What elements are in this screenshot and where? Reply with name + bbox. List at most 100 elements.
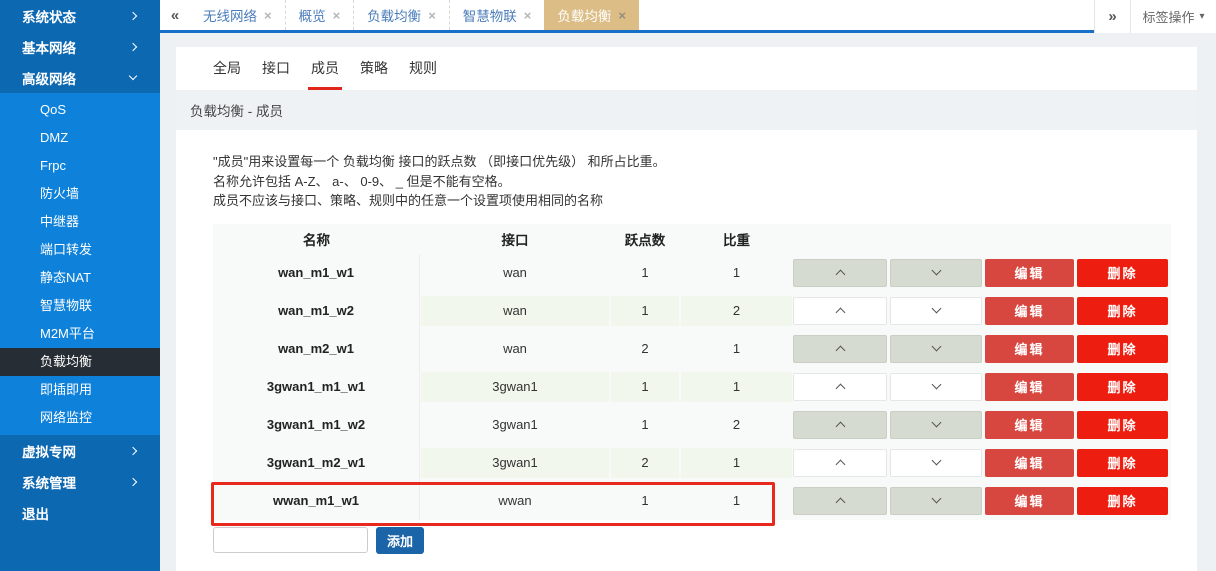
top-tabbar: « 无线网络 × 概览 × 负载均衡 ×	[160, 0, 1216, 33]
open-tab-label: 负载均衡	[367, 5, 421, 25]
member-metric-cell: 1	[610, 254, 680, 292]
table-body: wan_m1_w1 wan 1 1 编辑 删除 wan_m1_w2 w	[213, 254, 1171, 520]
move-up-button[interactable]	[793, 335, 887, 363]
sidebar-subitem[interactable]: QoS	[0, 96, 160, 124]
move-down-button[interactable]	[890, 449, 982, 477]
member-weight-cell: 2	[680, 292, 793, 330]
description-line: 名称允许包括 A-Z、 a-、 0-9、 _ 但是不能有空格。	[213, 172, 1197, 192]
sidebar-subitem[interactable]: 静态NAT	[0, 264, 160, 292]
edit-button[interactable]: 编辑	[985, 297, 1074, 325]
sidebar-subitem[interactable]: M2M平台	[0, 320, 160, 348]
open-tab-label: 无线网络	[203, 5, 257, 25]
chevron-icon	[129, 72, 137, 80]
scroll-tabs-right-button[interactable]: »	[1094, 0, 1130, 33]
sidebar-subitem[interactable]: Frpc	[0, 152, 160, 180]
sidebar-item[interactable]: 系统管理	[0, 466, 160, 497]
close-tab-icon[interactable]: ×	[618, 9, 626, 22]
member-name-cell: wan_m1_w1	[213, 254, 420, 292]
section-tab[interactable]: 全局	[213, 47, 241, 90]
move-down-button[interactable]	[890, 373, 982, 401]
delete-button[interactable]: 删除	[1077, 487, 1168, 515]
open-tab[interactable]: 负载均衡 ×	[353, 0, 449, 30]
load-balance-panel: 全局 接口 成员 策略 规则 负载均衡 - 成员	[176, 47, 1197, 571]
members-table: 名称 接口 跃点数 比重 wan_m1_w1 wan 1 1	[213, 224, 1171, 520]
sidebar-subitem[interactable]: DMZ	[0, 124, 160, 152]
delete-button[interactable]: 删除	[1077, 449, 1168, 477]
member-weight-cell: 1	[680, 368, 793, 406]
member-name-cell: 3gwan1_m2_w1	[213, 444, 420, 482]
sidebar: 系统状态 基本网络 高级网络 QoS	[0, 0, 160, 571]
sidebar-subitem[interactable]: 负载均衡	[0, 348, 160, 376]
column-header-weight: 比重	[680, 229, 793, 249]
member-interface-cell: wan	[420, 330, 610, 368]
move-down-button[interactable]	[890, 259, 982, 287]
delete-button[interactable]: 删除	[1077, 335, 1168, 363]
delete-button[interactable]: 删除	[1077, 411, 1168, 439]
edit-button[interactable]: 编辑	[985, 335, 1074, 363]
move-up-button[interactable]	[793, 449, 887, 477]
move-down-button[interactable]	[890, 335, 982, 363]
new-member-name-input[interactable]	[213, 527, 368, 553]
member-weight-cell: 2	[680, 406, 793, 444]
add-member-row: 添加	[213, 527, 1197, 554]
chevron-icon	[129, 446, 137, 454]
move-down-button[interactable]	[890, 411, 982, 439]
sidebar-subitem[interactable]: 中继器	[0, 208, 160, 236]
move-down-button[interactable]	[890, 487, 982, 515]
sidebar-item[interactable]: 高级网络	[0, 62, 160, 93]
move-up-button[interactable]	[793, 487, 887, 515]
delete-button[interactable]: 删除	[1077, 373, 1168, 401]
move-down-button[interactable]	[890, 297, 982, 325]
member-metric-cell: 1	[610, 292, 680, 330]
open-tabs-strip: « 无线网络 × 概览 × 负载均衡 ×	[160, 0, 1094, 33]
open-tab[interactable]: 概览 ×	[285, 0, 354, 30]
sidebar-item-label: 虚拟专网	[22, 441, 76, 461]
move-up-button[interactable]	[793, 259, 887, 287]
sidebar-item[interactable]: 虚拟专网	[0, 435, 160, 466]
delete-button[interactable]: 删除	[1077, 297, 1168, 325]
add-button[interactable]: 添加	[376, 527, 424, 554]
column-header-interface: 接口	[420, 229, 610, 249]
open-tab[interactable]: 无线网络 ×	[190, 0, 285, 30]
scroll-tabs-left-button[interactable]: «	[160, 0, 190, 30]
member-name-cell: 3gwan1_m1_w1	[213, 368, 420, 406]
section-tab[interactable]: 规则	[409, 47, 437, 90]
sidebar-subitem[interactable]: 即插即用	[0, 376, 160, 404]
member-weight-cell: 1	[680, 444, 793, 482]
close-tab-icon[interactable]: ×	[333, 9, 341, 22]
sidebar-item[interactable]: 基本网络	[0, 31, 160, 62]
move-up-button[interactable]	[793, 373, 887, 401]
tab-operations-menu[interactable]: 标签操作 ▾	[1130, 0, 1216, 33]
open-tab[interactable]: 负载均衡 ×	[544, 0, 639, 30]
close-tab-icon[interactable]: ×	[524, 9, 532, 22]
edit-button[interactable]: 编辑	[985, 411, 1074, 439]
member-weight-cell: 1	[680, 254, 793, 292]
sidebar-subitem[interactable]: 智慧物联	[0, 292, 160, 320]
close-tab-icon[interactable]: ×	[428, 9, 436, 22]
sidebar-subitem[interactable]: 防火墙	[0, 180, 160, 208]
sidebar-subitem[interactable]: 网络监控	[0, 404, 160, 432]
edit-button[interactable]: 编辑	[985, 259, 1074, 287]
sidebar-subitem-label: 负载均衡	[40, 354, 92, 369]
edit-button[interactable]: 编辑	[985, 373, 1074, 401]
move-up-button[interactable]	[793, 297, 887, 325]
member-weight-cell: 1	[680, 482, 793, 520]
sidebar-item[interactable]: 退出	[0, 497, 160, 528]
sidebar-subitem-label: 端口转发	[40, 242, 92, 257]
open-tab[interactable]: 智慧物联 ×	[449, 0, 545, 30]
chevron-icon	[129, 477, 137, 485]
sidebar-item[interactable]: 系统状态	[0, 0, 160, 31]
section-tab[interactable]: 接口	[262, 47, 290, 90]
delete-button[interactable]: 删除	[1077, 259, 1168, 287]
close-tab-icon[interactable]: ×	[264, 9, 272, 22]
edit-button[interactable]: 编辑	[985, 487, 1074, 515]
section-tab[interactable]: 策略	[360, 47, 388, 90]
section-tab[interactable]: 成员	[311, 47, 339, 90]
sidebar-subitem[interactable]: 端口转发	[0, 236, 160, 264]
move-up-button[interactable]	[793, 411, 887, 439]
sidebar-subitem-label: 中继器	[40, 214, 79, 229]
edit-button[interactable]: 编辑	[985, 449, 1074, 477]
chevron-down-icon	[931, 342, 941, 352]
sidebar-top-group: 系统状态 基本网络 高级网络	[0, 0, 160, 93]
open-tab-label: 智慧物联	[463, 5, 517, 25]
